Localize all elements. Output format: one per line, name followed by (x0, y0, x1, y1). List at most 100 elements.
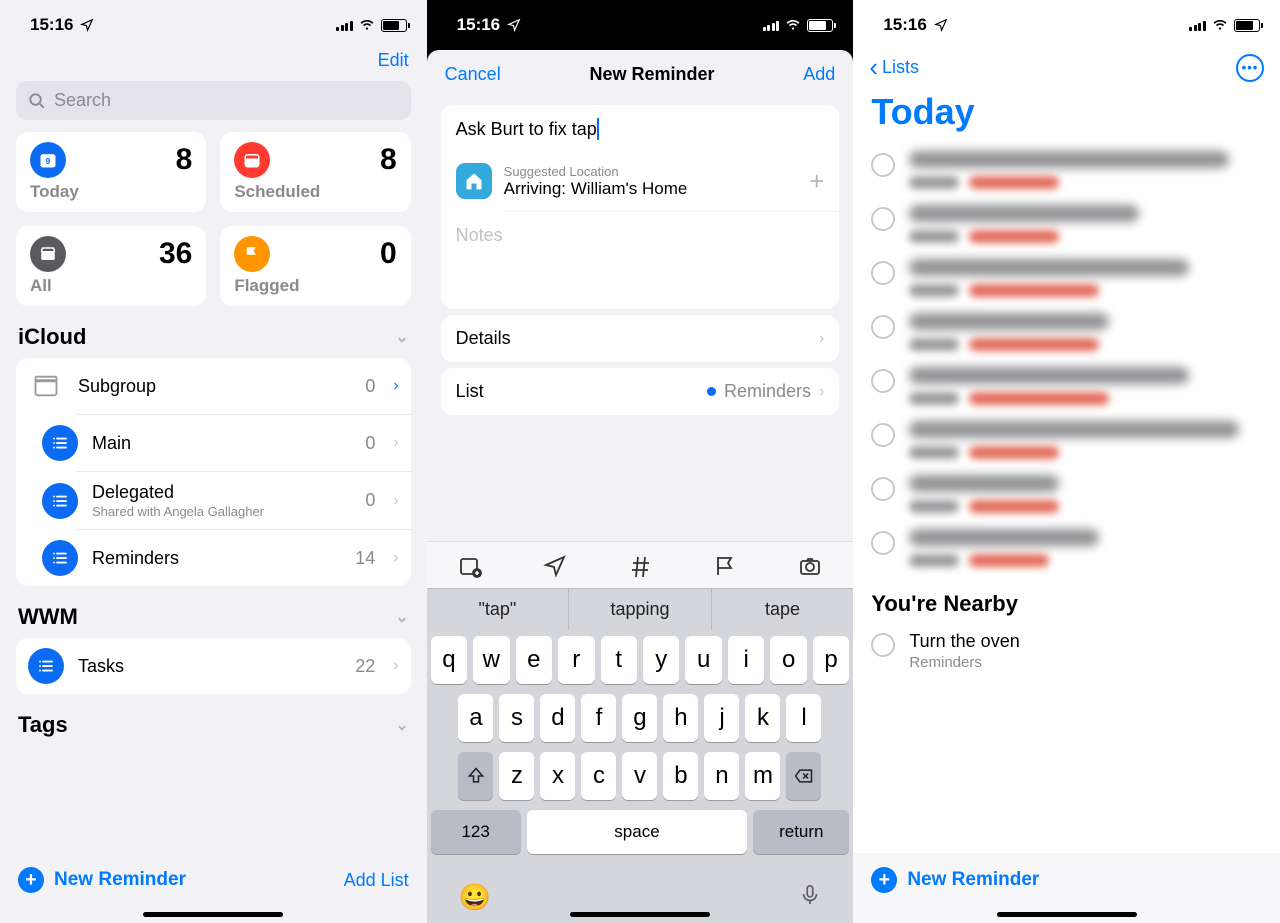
key-z[interactable]: z (499, 752, 534, 800)
radio-unchecked-icon[interactable] (871, 207, 895, 231)
return-key[interactable]: return (753, 810, 849, 854)
calendar-today-icon: 9 (30, 142, 66, 178)
battery-icon (1234, 19, 1260, 32)
search-input[interactable]: Search (16, 81, 411, 120)
list-reminders[interactable]: Reminders 14 › (16, 530, 411, 586)
cancel-button[interactable]: Cancel (445, 64, 501, 85)
list-delegated[interactable]: Delegated Shared with Angela Gallagher 0… (16, 472, 411, 529)
key-l[interactable]: l (786, 694, 821, 742)
todo-item-blurred[interactable] (853, 305, 1280, 359)
todo-item-blurred[interactable] (853, 467, 1280, 521)
list-main[interactable]: Main 0 › (16, 415, 411, 471)
card-scheduled[interactable]: 8 Scheduled (220, 132, 410, 212)
key-d[interactable]: d (540, 694, 575, 742)
card-flagged[interactable]: 0 Flagged (220, 226, 410, 306)
key-j[interactable]: j (704, 694, 739, 742)
home-indicator[interactable] (997, 912, 1137, 917)
key-p[interactable]: p (813, 636, 849, 684)
radio-unchecked-icon[interactable] (871, 633, 895, 657)
numbers-key[interactable]: 123 (431, 810, 521, 854)
details-button[interactable]: Details › (441, 315, 840, 362)
key-b[interactable]: b (663, 752, 698, 800)
home-indicator[interactable] (570, 912, 710, 917)
battery-icon (381, 19, 407, 32)
keyboard: qwertyuiop asdfghjkl zxcvbnm 123 space r… (427, 630, 854, 923)
suggestion-3[interactable]: tape (711, 589, 854, 630)
list-tasks[interactable]: Tasks 22 › (16, 638, 411, 694)
todo-item-blurred[interactable] (853, 251, 1280, 305)
status-bar: 15:16 (0, 0, 427, 44)
key-n[interactable]: n (704, 752, 739, 800)
key-w[interactable]: w (473, 636, 509, 684)
key-q[interactable]: q (431, 636, 467, 684)
hashtag-icon[interactable] (628, 554, 652, 578)
key-r[interactable]: r (558, 636, 594, 684)
key-v[interactable]: v (622, 752, 657, 800)
section-icloud[interactable]: iCloud ⌄ (0, 306, 427, 358)
list-subgroup[interactable]: Subgroup 0 › (16, 358, 411, 414)
list-selector[interactable]: List Reminders › (441, 368, 840, 415)
calendar-add-icon[interactable] (457, 554, 483, 578)
todo-item-blurred[interactable] (853, 197, 1280, 251)
todo-item-blurred[interactable] (853, 521, 1280, 575)
status-bar: 15:16 (853, 0, 1280, 44)
key-e[interactable]: e (516, 636, 552, 684)
plus-icon[interactable]: + (809, 166, 824, 197)
radio-unchecked-icon[interactable] (871, 423, 895, 447)
key-t[interactable]: t (601, 636, 637, 684)
key-s[interactable]: s (499, 694, 534, 742)
more-button[interactable]: ••• (1236, 54, 1264, 82)
add-list-button[interactable]: Add List (344, 870, 409, 891)
key-i[interactable]: i (728, 636, 764, 684)
key-o[interactable]: o (770, 636, 806, 684)
key-x[interactable]: x (540, 752, 575, 800)
key-h[interactable]: h (663, 694, 698, 742)
back-button[interactable]: ‹ Lists (869, 52, 919, 83)
section-tags[interactable]: Tags ⌄ (0, 694, 427, 746)
camera-icon[interactable] (797, 554, 823, 578)
card-today[interactable]: 9 8 Today (16, 132, 206, 212)
key-g[interactable]: g (622, 694, 657, 742)
edit-button[interactable]: Edit (378, 50, 409, 70)
shift-key[interactable] (458, 752, 493, 800)
tray-icon (30, 236, 66, 272)
dictation-key[interactable] (799, 882, 821, 913)
radio-unchecked-icon[interactable] (871, 153, 895, 177)
key-a[interactable]: a (458, 694, 493, 742)
new-reminder-button[interactable]: + New Reminder (871, 867, 1039, 893)
key-u[interactable]: u (685, 636, 721, 684)
radio-unchecked-icon[interactable] (871, 315, 895, 339)
suggestion-1[interactable]: "tap" (427, 589, 569, 630)
todo-item-blurred[interactable] (853, 359, 1280, 413)
reminder-title-input[interactable]: Ask Burt to fix tap (441, 105, 840, 153)
radio-unchecked-icon[interactable] (871, 477, 895, 501)
key-c[interactable]: c (581, 752, 616, 800)
space-key[interactable]: space (527, 810, 748, 854)
key-f[interactable]: f (581, 694, 616, 742)
location-arrow-icon[interactable] (543, 554, 567, 578)
suggested-location-row[interactable]: Suggested Location Arriving: William's H… (441, 153, 840, 211)
key-m[interactable]: m (745, 752, 780, 800)
emoji-key[interactable]: 😀 (459, 882, 491, 913)
keyboard-accessory-bar (427, 541, 854, 588)
section-wwm[interactable]: WWM ⌄ (0, 586, 427, 638)
backspace-key[interactable] (786, 752, 821, 800)
todo-item-blurred[interactable] (853, 413, 1280, 467)
todo-item-blurred[interactable] (853, 143, 1280, 197)
search-icon (28, 92, 46, 110)
radio-unchecked-icon[interactable] (871, 261, 895, 285)
radio-unchecked-icon[interactable] (871, 531, 895, 555)
key-y[interactable]: y (643, 636, 679, 684)
card-all[interactable]: 36 All (16, 226, 206, 306)
key-k[interactable]: k (745, 694, 780, 742)
add-button[interactable]: Add (803, 64, 835, 85)
home-indicator[interactable] (143, 912, 283, 917)
location-icon (506, 18, 522, 32)
suggestion-2[interactable]: tapping (568, 589, 711, 630)
radio-unchecked-icon[interactable] (871, 369, 895, 393)
status-time: 15:16 (30, 15, 73, 35)
notes-input[interactable]: Notes (441, 212, 840, 259)
flag-outline-icon[interactable] (713, 554, 737, 578)
nearby-item[interactable]: Turn the oven Reminders (853, 623, 1280, 679)
new-reminder-button[interactable]: + New Reminder (18, 867, 186, 893)
